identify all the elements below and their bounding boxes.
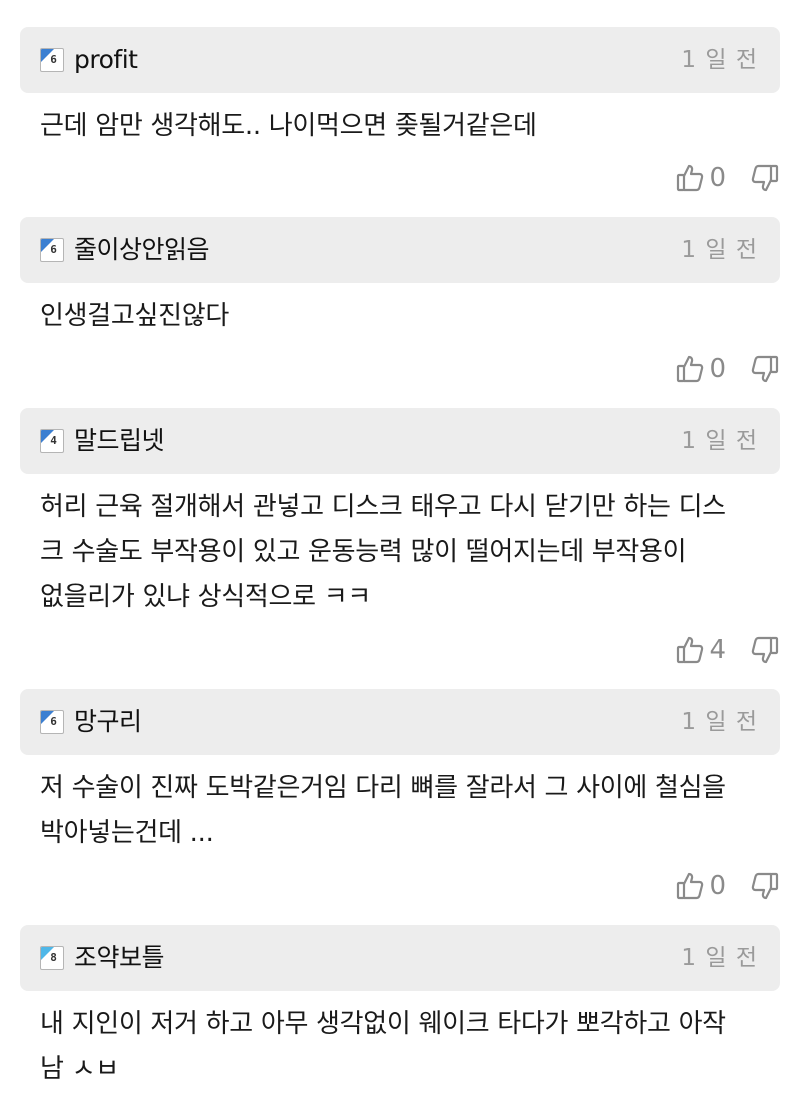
comment-text: 내 지인이 저거 하고 아무 생각없이 웨이크 타다가 뽀각하고 아작 남 ㅅㅂ	[40, 1009, 726, 1084]
vote-bar: 0	[675, 866, 780, 906]
vote-bar: 0	[675, 349, 780, 389]
level-badge: 6	[40, 48, 64, 72]
comment-text: 허리 근육 절개해서 관넣고 디스크 태우고 다시 닫기만 하는 디스 크 수술…	[40, 492, 726, 612]
thumbs-down-icon	[750, 354, 780, 384]
username[interactable]: 말드립넷	[74, 408, 165, 474]
level-number: 6	[50, 53, 57, 66]
downvote-button[interactable]	[750, 163, 780, 193]
vote-bar: 0	[675, 158, 780, 198]
level-badge: 4	[40, 429, 64, 453]
upvote-button[interactable]: 0	[675, 871, 726, 901]
username[interactable]: profit	[74, 27, 138, 93]
upvote-button[interactable]: 4	[675, 635, 726, 665]
comment-header: 6 줄이상안읽음 1 일 전	[20, 217, 780, 283]
timestamp: 1 일 전	[681, 945, 758, 971]
downvote-button[interactable]	[750, 871, 780, 901]
level-number: 6	[50, 243, 57, 256]
comment-header: 6 profit 1 일 전	[20, 27, 780, 93]
thumbs-down-icon	[750, 871, 780, 901]
timestamp: 1 일 전	[681, 428, 758, 454]
upvote-count: 0	[709, 354, 726, 384]
downvote-button[interactable]	[750, 354, 780, 384]
vote-bar: 4	[675, 630, 780, 670]
thumbs-up-icon	[675, 635, 705, 665]
comment-header: 4 말드립넷 1 일 전	[20, 408, 780, 474]
comment-text: 저 수술이 진짜 도박같은거임 다리 뼈를 잘라서 그 사이에 철심을 박아넣는…	[40, 773, 726, 848]
username[interactable]: 망구리	[74, 689, 142, 755]
timestamp: 1 일 전	[681, 47, 758, 73]
thumbs-down-icon	[750, 635, 780, 665]
comment-text: 인생걸고싶진않다	[40, 301, 229, 331]
comment-text: 근데 암만 생각해도.. 나이먹으면 좆될거같은데	[40, 111, 537, 141]
thumbs-up-icon	[675, 354, 705, 384]
level-number: 4	[50, 434, 57, 447]
username[interactable]: 조약보틀	[74, 925, 165, 991]
level-badge: 8	[40, 946, 64, 970]
upvote-count: 0	[709, 871, 726, 901]
upvote-button[interactable]: 0	[675, 354, 726, 384]
username[interactable]: 줄이상안읽음	[74, 217, 210, 283]
level-number: 6	[50, 715, 57, 728]
upvote-button[interactable]: 0	[675, 163, 726, 193]
level-badge: 6	[40, 710, 64, 734]
upvote-count: 0	[709, 163, 726, 193]
level-number: 8	[50, 951, 57, 964]
thumbs-up-icon	[675, 163, 705, 193]
thumbs-up-icon	[675, 871, 705, 901]
thumbs-down-icon	[750, 163, 780, 193]
timestamp: 1 일 전	[681, 709, 758, 735]
comment-header: 6 망구리 1 일 전	[20, 689, 780, 755]
downvote-button[interactable]	[750, 635, 780, 665]
timestamp: 1 일 전	[681, 237, 758, 263]
level-badge: 6	[40, 238, 64, 262]
upvote-count: 4	[709, 635, 726, 665]
comment-header: 8 조약보틀 1 일 전	[20, 925, 780, 991]
